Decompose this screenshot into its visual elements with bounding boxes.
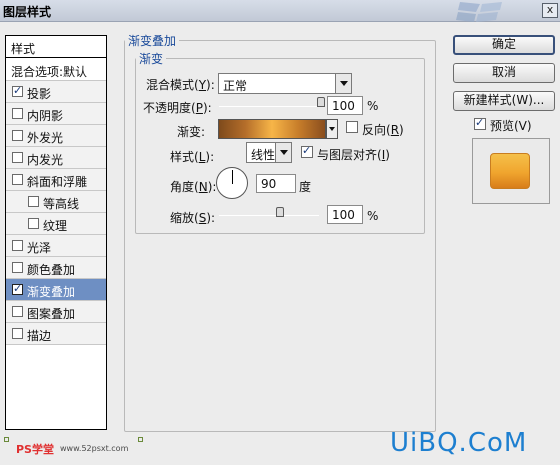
styles-list-header-label: 样式 [11,42,36,56]
inner-shadow-checkbox[interactable] [12,108,23,119]
opacity-label: 不透明度(P): [143,101,212,115]
style-item-inner-glow[interactable]: 内发光 [6,147,106,169]
style-item-outer-glow[interactable]: 外发光 [6,125,106,147]
texture-checkbox[interactable] [28,218,39,229]
watermark-right: UiBQ.CoM [390,428,528,458]
style-item-satin[interactable]: 光泽 [6,235,106,257]
style-item-label: 等高线 [43,197,80,211]
opacity-slider-thumb[interactable] [317,97,325,107]
inner-glow-checkbox[interactable] [12,152,23,163]
outer-glow-checkbox[interactable] [12,130,23,141]
style-item-drop-shadow[interactable]: 投影 [6,81,106,103]
drop-shadow-checkbox[interactable] [12,84,23,97]
style-preview [472,138,550,204]
align-with-layer-checkbox[interactable] [301,144,313,158]
style-item-label: 颜色叠加 [27,263,76,277]
style-label: 样式(L): [170,150,215,164]
style-item-inner-shadow[interactable]: 内阴影 [6,103,106,125]
gradient-overlay-group-title: 渐变叠加 [128,34,177,48]
style-item-label: 光泽 [27,241,52,255]
opacity-slider-track[interactable] [219,106,321,107]
angle-label: 角度(N): [170,180,217,194]
blend-mode-dropdown[interactable]: 正常 [218,73,352,94]
scale-slider-thumb[interactable] [275,207,284,217]
style-item-label: 渐变叠加 [27,285,76,299]
style-dropdown[interactable]: 线性 [246,142,292,163]
gradient-picker-arrow-icon[interactable] [326,119,338,139]
chevron-down-icon [335,74,351,93]
style-item-label: 外发光 [27,131,64,145]
cancel-button[interactable]: 取消 [453,63,555,83]
align-with-layer-label: 与图层对齐(I) [317,148,390,162]
style-item-label: 斜面和浮雕 [27,175,88,189]
angle-dial-needle [232,170,233,184]
contour-checkbox[interactable] [28,196,39,207]
style-item-label: 投影 [27,87,52,101]
satin-checkbox[interactable] [12,240,23,251]
opacity-percent: % [367,99,379,113]
style-item-label: 内发光 [27,153,64,167]
scale-percent: % [367,209,379,223]
preview-label: 预览(V) [490,119,532,133]
bevel-emboss-checkbox[interactable] [12,174,23,185]
styles-list-header[interactable]: 样式 [6,36,106,58]
scale-input[interactable]: 100 [327,205,363,224]
blend-options-item[interactable]: 混合选项:默认 [6,59,106,81]
watermark-left-text: PS学堂 [16,443,54,456]
styles-list: 样式 混合选项:默认 投影 内阴影 外发光 内发光 斜面和浮雕 等高线 纹理 光… [5,35,107,430]
reverse-checkbox[interactable] [346,121,358,133]
window-decoration-icon [456,2,502,22]
style-item-texture[interactable]: 纹理 [6,213,106,235]
angle-input[interactable]: 90 [256,174,296,193]
stroke-checkbox[interactable] [12,328,23,339]
blend-options-label: 混合选项:默认 [11,65,88,79]
pattern-overlay-checkbox[interactable] [12,306,23,317]
preview-checkbox[interactable] [474,116,486,130]
opacity-input[interactable]: 100 [327,96,363,115]
style-item-color-overlay[interactable]: 颜色叠加 [6,257,106,279]
preview-swatch [490,153,530,189]
color-overlay-checkbox[interactable] [12,262,23,273]
style-item-label: 描边 [27,329,52,343]
style-value: 线性 [251,148,276,162]
gradient-subgroup-title: 渐变 [139,52,164,66]
scale-slider-track[interactable] [219,215,319,216]
gradient-swatch[interactable] [218,119,326,139]
style-item-stroke[interactable]: 描边 [6,323,106,345]
style-item-bevel-emboss[interactable]: 斜面和浮雕 [6,169,106,191]
style-item-gradient-overlay[interactable]: 渐变叠加 [6,279,106,301]
angle-dial[interactable] [216,167,248,199]
ok-button[interactable]: 确定 [453,35,555,55]
style-item-label: 内阴影 [27,109,64,123]
watermark-left: PS学堂 www.52psxt.com [4,437,144,461]
watermark-left-url: www.52psxt.com [60,444,129,453]
chevron-down-icon [275,143,291,162]
new-style-button[interactable]: 新建样式(W)... [453,91,555,111]
style-item-label: 图案叠加 [27,307,76,321]
scale-label: 缩放(S): [170,211,216,225]
blend-mode-label: 混合模式(Y): [146,78,215,92]
blend-mode-value: 正常 [223,79,248,93]
angle-unit: 度 [299,180,312,194]
dialog-title: 图层样式 [3,5,52,19]
gradient-label: 渐变: [177,125,206,139]
style-item-contour[interactable]: 等高线 [6,191,106,213]
style-item-pattern-overlay[interactable]: 图案叠加 [6,301,106,323]
reverse-label: 反向(R) [362,123,404,137]
dialog-titlebar: 图层样式 x [0,0,560,22]
gradient-overlay-checkbox[interactable] [12,282,23,295]
close-button[interactable]: x [542,3,558,18]
style-item-label: 纹理 [43,219,68,233]
